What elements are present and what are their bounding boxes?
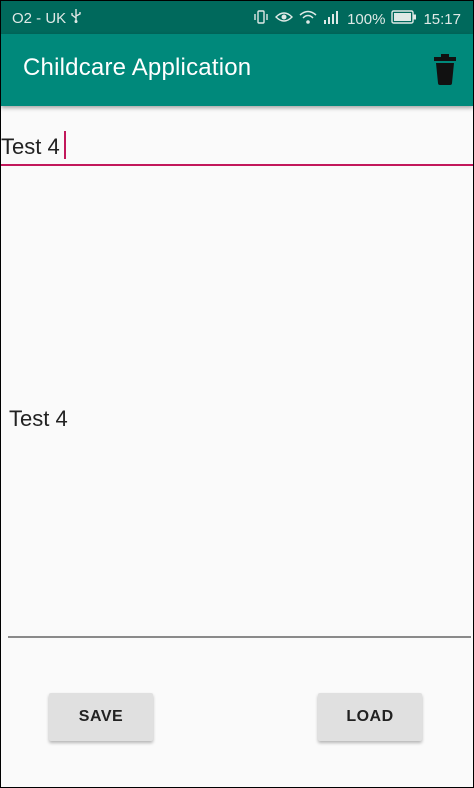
trash-icon [434, 54, 456, 85]
carrier-label: O2 - UK [12, 9, 67, 27]
note-input[interactable] [1, 134, 471, 160]
eye-icon [275, 10, 294, 28]
save-button[interactable]: SAVE [49, 693, 153, 741]
clock: 15:17 [423, 10, 461, 28]
saved-note-text: Test 4 [9, 406, 68, 431]
load-button[interactable]: LOAD [318, 693, 422, 741]
text-cursor [64, 131, 66, 159]
status-bar: O2 - UK 100% 15:17 [1, 1, 473, 34]
status-left: O2 - UK [12, 9, 81, 27]
note-edit-field-container [1, 106, 473, 168]
status-right: 100% 15:17 [253, 9, 461, 29]
battery-icon [391, 10, 417, 28]
vibrate-icon [253, 9, 269, 29]
app-screen: O2 - UK 100% 15:17 Childcare Application… [1, 1, 473, 787]
signal-icon [323, 10, 341, 28]
battery-percent: 100% [347, 10, 386, 28]
delete-button[interactable] [431, 54, 459, 86]
usb-icon [71, 9, 81, 27]
app-title: Childcare Application [23, 54, 252, 81]
wifi-icon [299, 10, 317, 28]
display-divider [8, 636, 471, 638]
app-bar: Childcare Application [1, 34, 473, 106]
input-underline [1, 164, 473, 166]
